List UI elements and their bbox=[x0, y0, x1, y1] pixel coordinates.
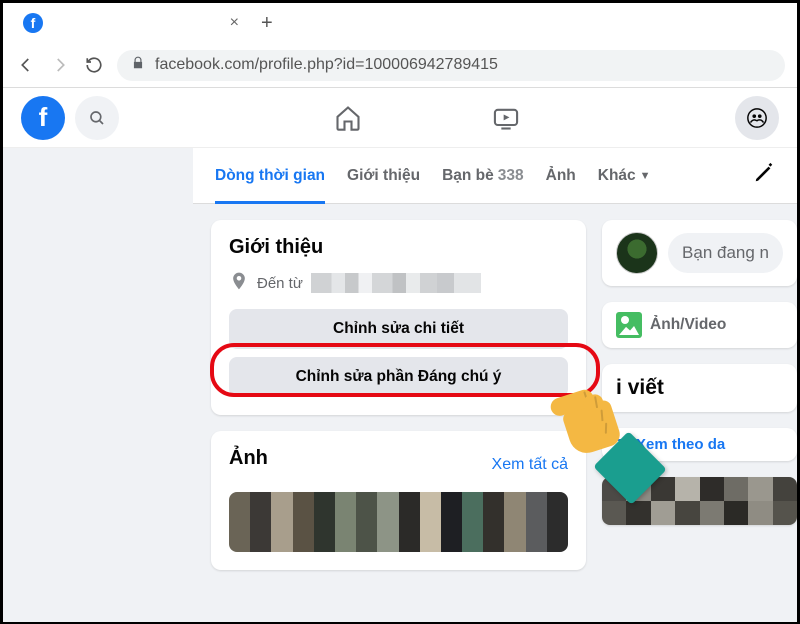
photos-heading: Ảnh bbox=[229, 447, 268, 470]
friend-count: 338 bbox=[498, 167, 524, 185]
tab-friends[interactable]: Bạn bè338 bbox=[442, 148, 524, 204]
view-filter-link[interactable]: Xem theo da bbox=[602, 428, 797, 461]
status-composer[interactable]: Bạn đang n bbox=[602, 220, 797, 286]
home-icon[interactable] bbox=[304, 94, 392, 142]
composer-input[interactable]: Bạn đang n bbox=[668, 233, 783, 273]
address-bar[interactable]: facebook.com/profile.php?id=100006942789… bbox=[117, 50, 785, 81]
reload-button[interactable] bbox=[83, 54, 105, 76]
new-tab-button[interactable]: + bbox=[251, 12, 283, 35]
facebook-header: f bbox=[3, 88, 797, 148]
url-text: facebook.com/profile.php?id=100006942789… bbox=[155, 56, 498, 74]
header-nav bbox=[129, 94, 725, 142]
from-row: Đến từ bbox=[229, 271, 568, 295]
lock-icon bbox=[131, 56, 145, 75]
close-tab-icon[interactable]: × bbox=[230, 14, 239, 32]
intro-heading: Giới thiệu bbox=[229, 236, 568, 259]
search-button[interactable] bbox=[75, 96, 119, 140]
back-button[interactable] bbox=[15, 54, 37, 76]
tab-timeline[interactable]: Dòng thời gian bbox=[215, 148, 325, 204]
toolbar: facebook.com/profile.php?id=100006942789… bbox=[3, 43, 797, 87]
facebook-favicon: f bbox=[23, 13, 43, 33]
browser-chrome: f × + facebook.com/profile.php?id=100006… bbox=[3, 3, 797, 88]
see-all-photos-link[interactable]: Xem tất cả bbox=[492, 456, 568, 474]
chevron-down-icon: ▼ bbox=[640, 170, 651, 182]
tab-about[interactable]: Giới thiệu bbox=[347, 148, 420, 204]
profile-content: Dòng thời gian Giới thiệu Bạn bè338 Ảnh … bbox=[3, 148, 797, 622]
edit-featured-button[interactable]: Chỉnh sửa phần Đáng chú ý bbox=[229, 357, 568, 397]
from-label: Đến từ bbox=[257, 275, 303, 292]
groups-icon[interactable] bbox=[735, 96, 779, 140]
tab-more[interactable]: Khác▼ bbox=[598, 148, 651, 204]
tab-photos[interactable]: Ảnh bbox=[546, 148, 576, 204]
edit-profile-icon[interactable] bbox=[753, 162, 775, 189]
photo-grid[interactable] bbox=[229, 492, 568, 552]
filter-icon bbox=[614, 439, 630, 451]
location-icon bbox=[229, 271, 249, 295]
from-value-redacted bbox=[311, 273, 481, 293]
photo-video-button[interactable]: Ảnh/Video bbox=[602, 302, 797, 348]
photos-card: Ảnh Xem tất cả bbox=[211, 431, 586, 570]
profile-tabs: Dòng thời gian Giới thiệu Bạn bè338 Ảnh … bbox=[193, 148, 797, 204]
intro-card: Giới thiệu Đến từ Chỉnh sửa chi tiết Chỉ… bbox=[211, 220, 586, 415]
edit-details-button[interactable]: Chỉnh sửa chi tiết bbox=[229, 309, 568, 349]
avatar[interactable] bbox=[616, 232, 658, 274]
tab-strip: f × + bbox=[3, 3, 797, 43]
browser-tab[interactable]: f × bbox=[11, 7, 251, 39]
facebook-logo[interactable]: f bbox=[21, 96, 65, 140]
posts-header: i viết bbox=[602, 364, 797, 412]
image-icon bbox=[616, 312, 642, 338]
posts-heading: i viết bbox=[616, 376, 664, 400]
watch-icon[interactable] bbox=[462, 94, 550, 142]
forward-button[interactable] bbox=[49, 54, 71, 76]
post-thumbnail[interactable] bbox=[602, 477, 797, 525]
